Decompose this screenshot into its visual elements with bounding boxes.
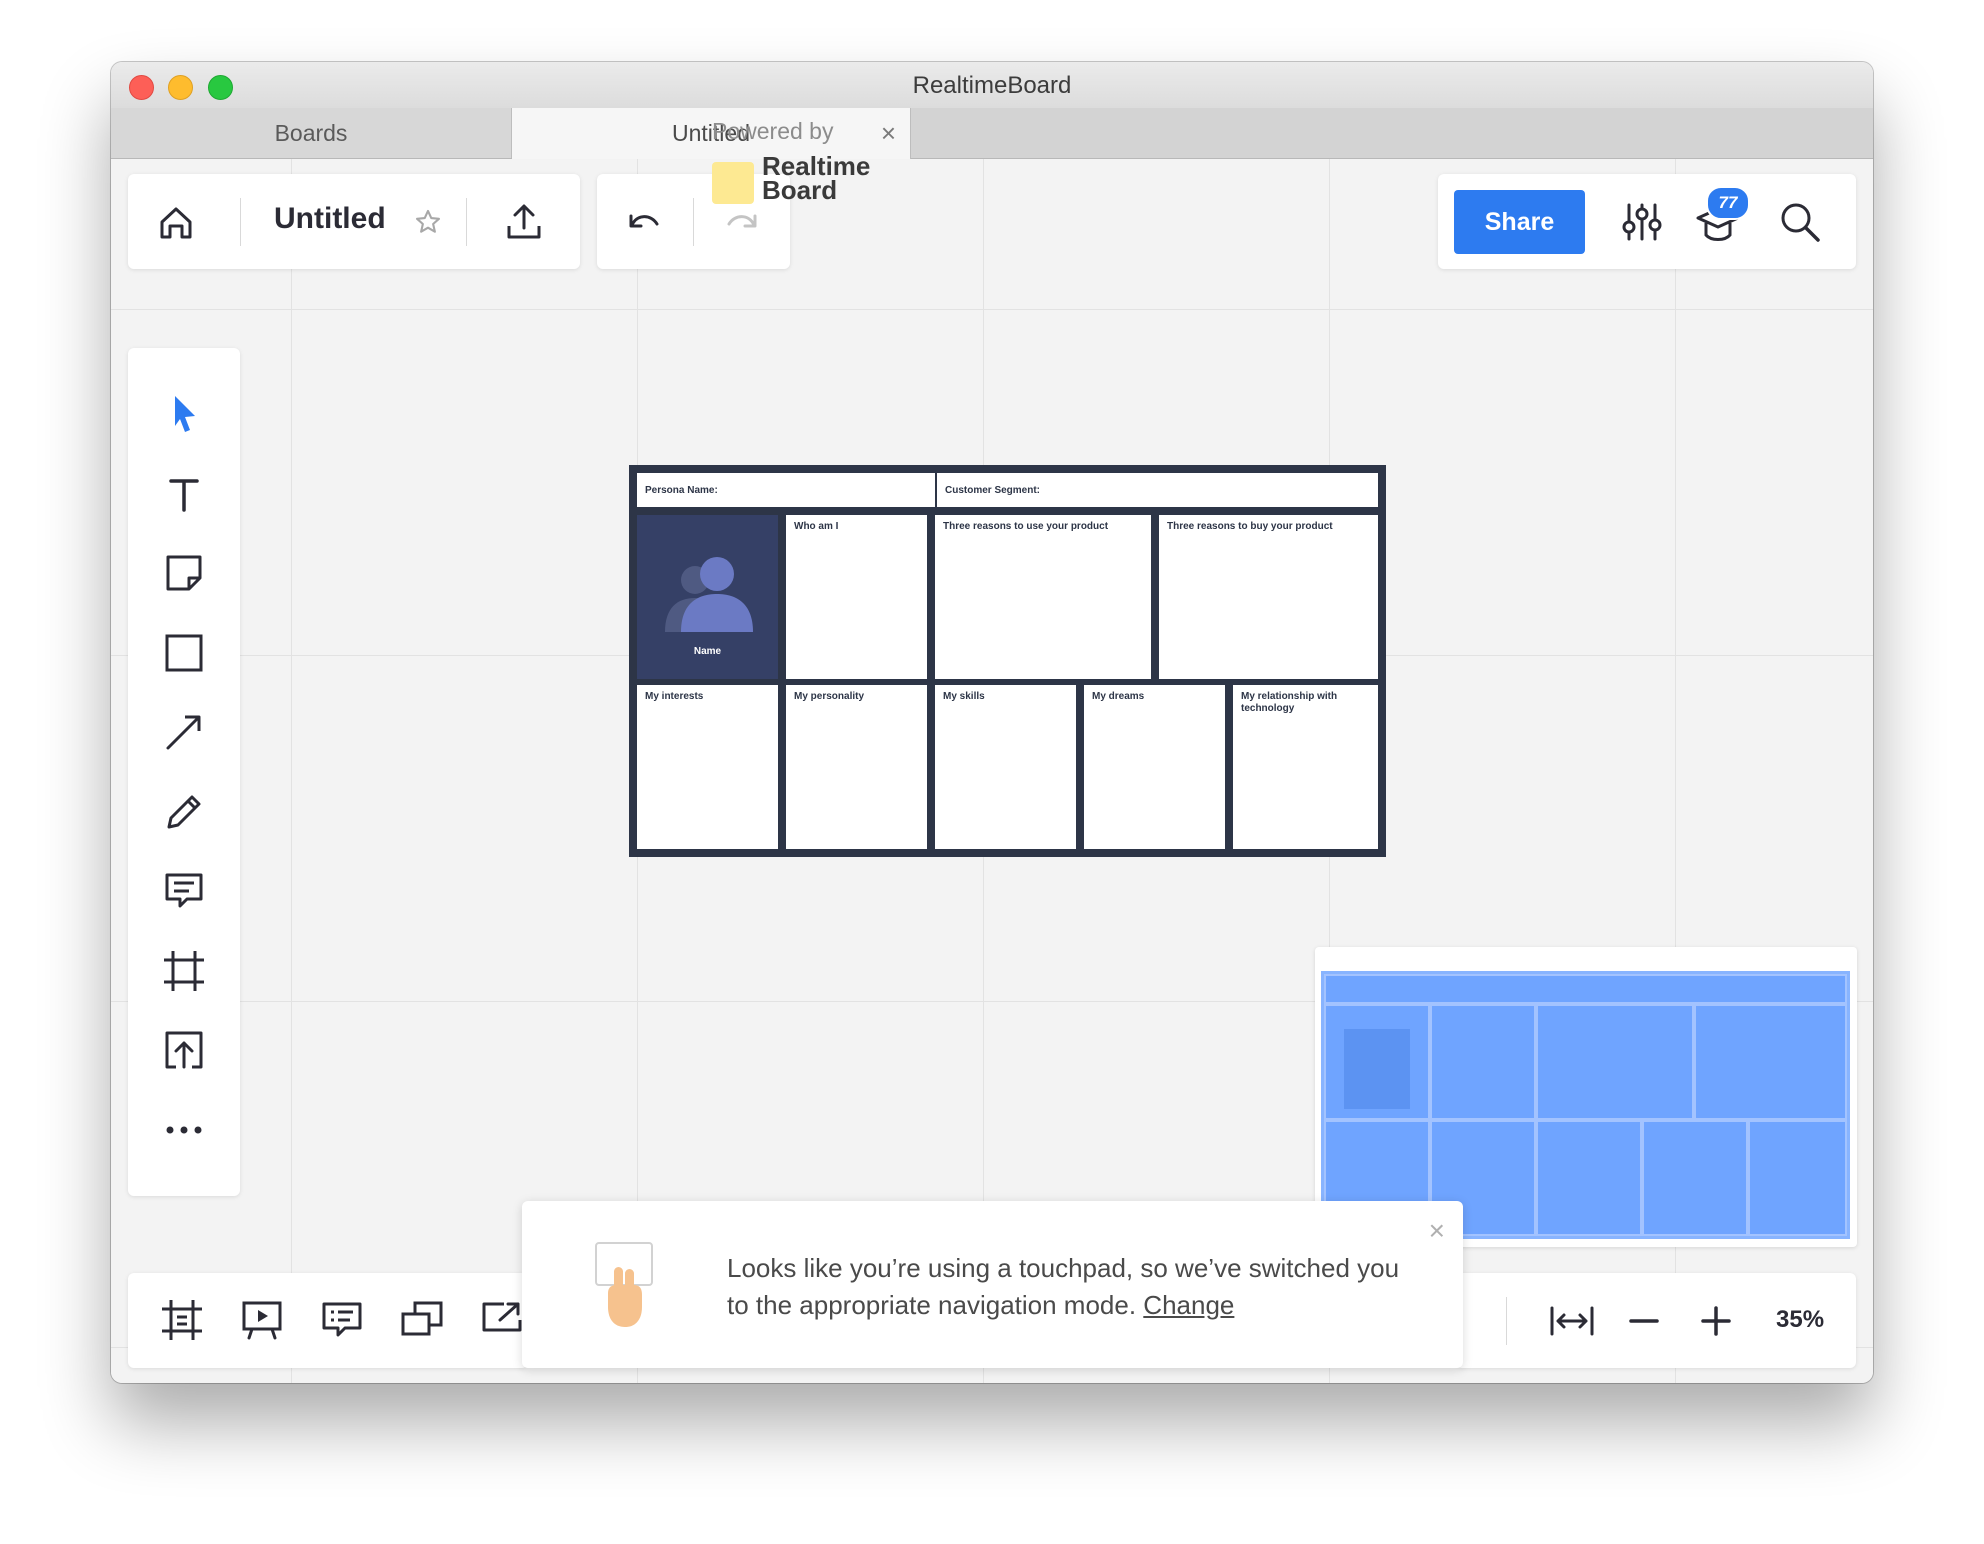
reasons-buy-label: Three reasons to buy your product — [1167, 521, 1333, 532]
star-icon[interactable] — [410, 204, 446, 240]
toast-message-text: Looks like you’re using a touchpad, so w… — [727, 1253, 1400, 1320]
persona-name-cell[interactable]: Persona Name: — [637, 473, 935, 507]
text-icon[interactable] — [156, 466, 212, 522]
export-upload-icon[interactable] — [498, 196, 550, 248]
board-toolbar: Untitled — [128, 174, 580, 269]
persona-name-label: Persona Name: — [645, 485, 718, 496]
fit-to-screen-icon[interactable] — [1546, 1295, 1598, 1347]
tab-close-icon[interactable]: × — [881, 108, 896, 158]
interests-label: My interests — [645, 691, 704, 702]
presentation-icon[interactable] — [236, 1294, 288, 1346]
undo-icon[interactable] — [617, 196, 669, 248]
who-am-i-cell[interactable]: Who am I — [786, 515, 927, 679]
personality-label: My personality — [794, 691, 865, 702]
tab-boards[interactable]: Boards — [111, 108, 512, 158]
customer-segment-cell[interactable]: Customer Segment: — [937, 473, 1378, 507]
toast-message: Looks like you’re using a touchpad, so w… — [727, 1250, 1427, 1324]
tab-boards-label: Boards — [274, 120, 348, 146]
realtimeboard-logo-icon — [712, 162, 754, 204]
screen-share-icon[interactable] — [396, 1294, 448, 1346]
board-title[interactable]: Untitled — [274, 202, 386, 236]
comments-icon[interactable] — [316, 1294, 368, 1346]
dreams-label: My dreams — [1092, 691, 1145, 702]
share-button[interactable]: Share — [1454, 190, 1585, 254]
pen-icon[interactable] — [156, 784, 212, 840]
persona-template[interactable]: Persona Name: Customer Segment: Name Who… — [629, 465, 1386, 857]
home-icon[interactable] — [150, 196, 202, 248]
zoom-in-icon[interactable] — [1690, 1295, 1742, 1347]
comment-icon[interactable] — [156, 863, 212, 919]
export-screen-icon[interactable] — [476, 1294, 528, 1346]
search-icon[interactable] — [1774, 196, 1826, 248]
brand-name: Realtime Board — [762, 151, 871, 205]
notification-badge: 77 — [1706, 186, 1750, 220]
technology-cell[interactable]: My relationship with technology — [1233, 685, 1378, 849]
skills-label: My skills — [943, 691, 985, 702]
powered-by-branding[interactable]: Powered by Realtime Board — [712, 118, 870, 204]
persona-photo-cell[interactable]: Name — [637, 515, 778, 679]
tools-sidebar — [128, 348, 240, 1196]
who-am-i-label: Who am I — [794, 521, 839, 532]
reasons-buy-cell[interactable]: Three reasons to buy your product — [1159, 515, 1378, 679]
tab-bar: Boards Untitled × — [111, 108, 1873, 159]
reasons-use-label: Three reasons to use your product — [943, 521, 1109, 532]
technology-label: My relationship with technology — [1241, 691, 1338, 714]
minimap-photo-block — [1344, 1029, 1410, 1109]
powered-by-label: Powered by — [712, 118, 834, 144]
settings-sliders-icon[interactable] — [1616, 196, 1668, 248]
zoom-level[interactable]: 35% — [1776, 1306, 1824, 1334]
change-navigation-link[interactable]: Change — [1143, 1290, 1234, 1320]
persona-avatar-icon — [665, 557, 753, 632]
dreams-cell[interactable]: My dreams — [1084, 685, 1225, 849]
frame-icon[interactable] — [156, 943, 212, 999]
frames-icon[interactable] — [156, 1294, 208, 1346]
minimap-viewport[interactable] — [1321, 971, 1850, 1239]
upload-icon[interactable] — [156, 1022, 212, 1078]
toast-close-icon[interactable]: × — [1429, 1215, 1445, 1247]
bottom-tools-panel — [128, 1273, 528, 1368]
rectangle-icon[interactable] — [156, 625, 212, 681]
arrow-line-icon[interactable] — [156, 704, 212, 760]
customer-segment-label: Customer Segment: — [945, 485, 1041, 496]
touchpad-toast: Looks like you’re using a touchpad, so w… — [522, 1201, 1463, 1368]
select-arrow-icon[interactable] — [156, 386, 212, 442]
more-icon[interactable] — [156, 1102, 212, 1158]
interests-cell[interactable]: My interests — [637, 685, 778, 849]
zoom-out-icon[interactable] — [1618, 1295, 1670, 1347]
personality-cell[interactable]: My personality — [786, 685, 927, 849]
touchpad-hand-icon — [594, 1241, 654, 1331]
reasons-use-cell[interactable]: Three reasons to use your product — [935, 515, 1151, 679]
sticky-note-icon[interactable] — [156, 545, 212, 601]
persona-photo-name: Name — [693, 646, 722, 657]
window-title: RealtimeBoard — [912, 72, 1072, 99]
title-bar: RealtimeBoard — [111, 62, 1873, 109]
skills-cell[interactable]: My skills — [935, 685, 1076, 849]
